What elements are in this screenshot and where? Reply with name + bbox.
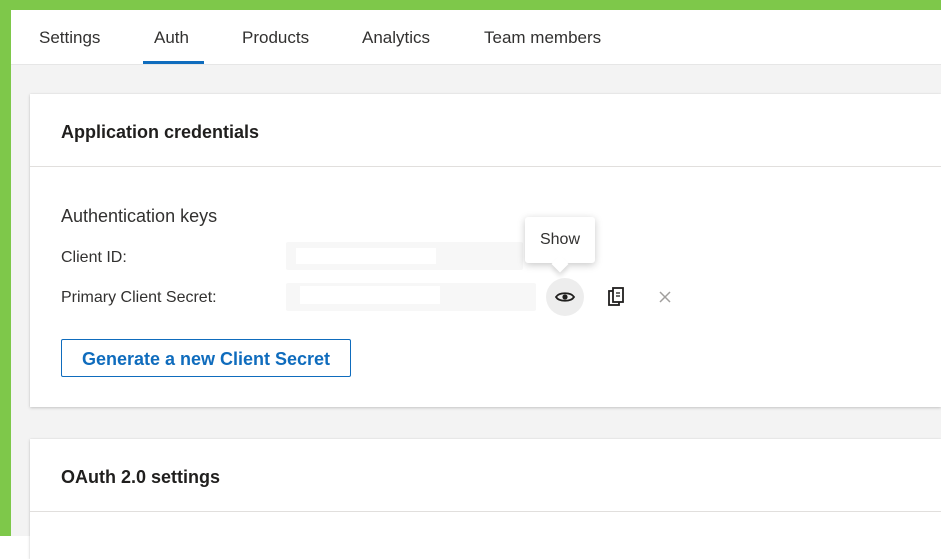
- card-title: OAuth 2.0 settings: [61, 467, 221, 487]
- app-window: Settings Auth Products Analytics Team me…: [11, 10, 941, 559]
- eye-icon: [555, 292, 575, 302]
- show-tooltip: Show: [525, 217, 595, 273]
- card-header: Application credentials: [30, 94, 941, 167]
- show-secret-button[interactable]: [546, 278, 584, 316]
- client-secret-label: Primary Client Secret:: [61, 289, 217, 306]
- generate-client-secret-button[interactable]: Generate a new Client Secret: [61, 339, 351, 377]
- card-title: Application credentials: [61, 122, 260, 142]
- tab-team-members[interactable]: Team members: [484, 28, 601, 48]
- authentication-keys-label: Authentication keys: [61, 206, 218, 226]
- tooltip-beak: [551, 255, 569, 273]
- client-id-value: [286, 242, 523, 270]
- tab-products[interactable]: Products: [242, 28, 309, 48]
- card-header: OAuth 2.0 settings: [30, 439, 941, 512]
- active-tab-indicator: [143, 61, 204, 64]
- tab-bar: Settings Auth Products Analytics Team me…: [11, 10, 941, 65]
- screenshot-frame-left: [0, 0, 11, 536]
- screenshot-frame-top: [0, 0, 941, 10]
- tab-auth[interactable]: Auth: [154, 28, 189, 48]
- tab-settings[interactable]: Settings: [39, 28, 100, 48]
- delete-secret-button[interactable]: [651, 283, 679, 311]
- oauth-settings-card: OAuth 2.0 settings: [30, 439, 941, 559]
- close-icon: [659, 291, 671, 303]
- tab-analytics[interactable]: Analytics: [362, 28, 430, 48]
- tooltip-text: Show: [539, 231, 581, 248]
- client-id-label: Client ID:: [61, 249, 127, 266]
- copy-secret-button[interactable]: [602, 283, 630, 311]
- application-credentials-card: Application credentials Authentication k…: [30, 94, 941, 407]
- copy-icon: [608, 287, 624, 306]
- client-secret-value: [286, 283, 536, 311]
